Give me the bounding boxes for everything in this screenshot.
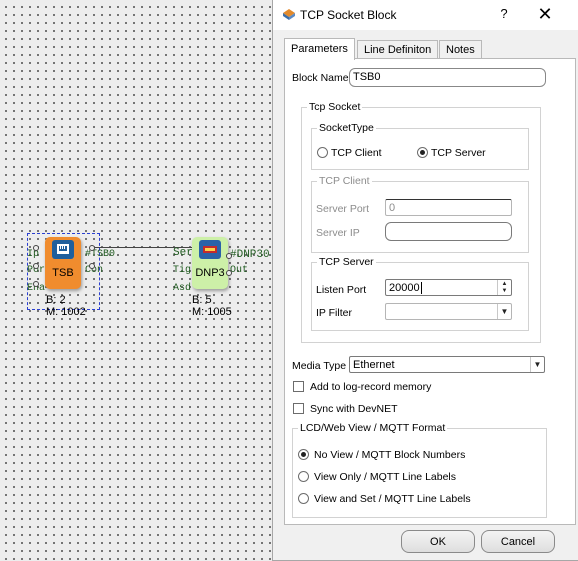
tcp-client-radio[interactable] <box>317 147 328 158</box>
tcp-client-group: TCP Client Server Port 0 Server IP <box>311 175 529 253</box>
tsb-module-number: M: 1002 <box>46 306 86 318</box>
view-only-radio[interactable] <box>298 471 309 482</box>
network-socket-icon <box>52 240 74 259</box>
dnp-pin-asd[interactable]: Asd <box>173 283 191 294</box>
lcd-web-view-group: LCD/Web View / MQTT Format No View / MQT… <box>292 422 547 518</box>
tcp-socket-group: Tcp Socket SocketType TCP Client TCP Ser… <box>301 101 541 343</box>
tsb-block-label: TSB <box>52 267 74 279</box>
tsb-pin-connector <box>33 281 39 287</box>
tsb-pin-connector <box>33 263 39 269</box>
tcp-client-group-title: TCP Client <box>317 175 372 187</box>
no-view-radio[interactable] <box>298 449 309 460</box>
spin-down-arrow-icon[interactable]: ▼ <box>497 287 511 295</box>
close-button[interactable]: ✕ <box>535 4 555 24</box>
sync-devnet-checkbox[interactable] <box>293 403 304 414</box>
view-only-label[interactable]: View Only / MQTT Line Labels <box>314 471 456 483</box>
tsb-block[interactable]: TSB <box>45 237 81 289</box>
listen-port-label: Listen Port <box>316 284 367 296</box>
dnp3-block-label: DNP3 <box>195 267 225 279</box>
dnp-pin-ser[interactable]: Ser <box>173 247 193 259</box>
tsb-bus-number: B: 2 <box>46 294 66 306</box>
server-port-label: Server Port <box>316 203 370 215</box>
tsb-pin-connector <box>89 263 95 269</box>
no-view-label[interactable]: No View / MQTT Block Numbers <box>314 449 465 461</box>
lcd-web-view-title: LCD/Web View / MQTT Format <box>298 422 448 434</box>
server-ip-label: Server IP <box>316 227 360 239</box>
tsb-pin-out-tsb0[interactable]: #TSB0 <box>85 249 115 260</box>
tcp-server-group: TCP Server Listen Port 20000 ▲ ▼ IP Filt… <box>311 256 529 331</box>
dnp-pin-out[interactable]: Out <box>230 265 248 276</box>
dnp3-module-number: M: 1005 <box>192 306 232 318</box>
dnp-pin-connector <box>226 253 232 259</box>
tcp-server-radio[interactable] <box>417 147 428 158</box>
add-log-checkbox[interactable] <box>293 381 304 392</box>
socket-type-group: SocketType TCP Client TCP Server <box>311 122 529 170</box>
media-type-label: Media Type <box>292 360 347 372</box>
tcp-client-label[interactable]: TCP Client <box>331 147 382 159</box>
dnp-pin-tig[interactable]: Tig <box>173 265 191 276</box>
listen-port-input[interactable]: 20000 ▲ ▼ <box>385 279 512 296</box>
media-type-combo[interactable]: Ethernet ▼ <box>349 356 545 373</box>
ip-filter-combo[interactable]: ▼ <box>385 303 512 320</box>
media-type-value: Ethernet <box>353 359 395 371</box>
tcp-socket-dialog: TCP Socket Block ? ✕ Parameters Line Def… <box>272 0 578 561</box>
dnp3-protocol-icon <box>199 240 221 259</box>
sync-devnet-label[interactable]: Sync with DevNET <box>310 403 398 415</box>
ip-filter-label: IP Filter <box>316 307 352 319</box>
diagram-canvas[interactable]: Ip Por Ena TSB #TSB0 Con B: 2 M: 1002 Se… <box>0 0 273 561</box>
socket-type-title: SocketType <box>317 122 376 134</box>
help-button[interactable]: ? <box>497 6 511 22</box>
tsb-pin-connector <box>89 245 95 251</box>
dnp-pin-connector <box>226 270 232 276</box>
chevron-down-icon[interactable]: ▼ <box>497 304 511 319</box>
parameters-panel: Block Name TSB0 Tcp Socket SocketType TC… <box>284 58 576 525</box>
dnp3-block[interactable]: DNP3 <box>192 237 228 289</box>
tab-line-definition[interactable]: Line Definiton <box>357 40 439 59</box>
dnp3-bus-number: B: 5 <box>192 294 212 306</box>
listen-port-value: 20000 <box>389 282 420 294</box>
add-log-label[interactable]: Add to log-record memory <box>310 381 431 393</box>
tab-parameters[interactable]: Parameters <box>284 38 355 60</box>
cancel-button[interactable]: Cancel <box>481 530 555 553</box>
view-and-set-radio[interactable] <box>298 493 309 504</box>
tsb-pin-connector <box>33 245 39 251</box>
tcp-socket-group-title: Tcp Socket <box>307 101 363 113</box>
view-and-set-label[interactable]: View and Set / MQTT Line Labels <box>314 493 471 505</box>
dialog-title: TCP Socket Block <box>300 8 397 22</box>
block-name-label: Block Name <box>292 72 349 84</box>
tab-notes[interactable]: Notes <box>439 40 482 59</box>
block-name-input[interactable]: TSB0 <box>349 68 546 87</box>
app-icon <box>282 8 296 21</box>
tcp-server-group-title: TCP Server <box>317 256 376 268</box>
server-ip-input[interactable] <box>385 222 512 241</box>
chevron-down-icon[interactable]: ▼ <box>530 357 544 372</box>
dialog-titlebar[interactable]: TCP Socket Block ? ✕ <box>273 0 578 30</box>
dnp-pin-out-dnp30[interactable]: #DNP30 <box>230 249 270 261</box>
ok-button[interactable]: OK <box>401 530 475 553</box>
tcp-server-label[interactable]: TCP Server <box>431 147 486 159</box>
server-port-input[interactable]: 0 <box>385 199 512 216</box>
